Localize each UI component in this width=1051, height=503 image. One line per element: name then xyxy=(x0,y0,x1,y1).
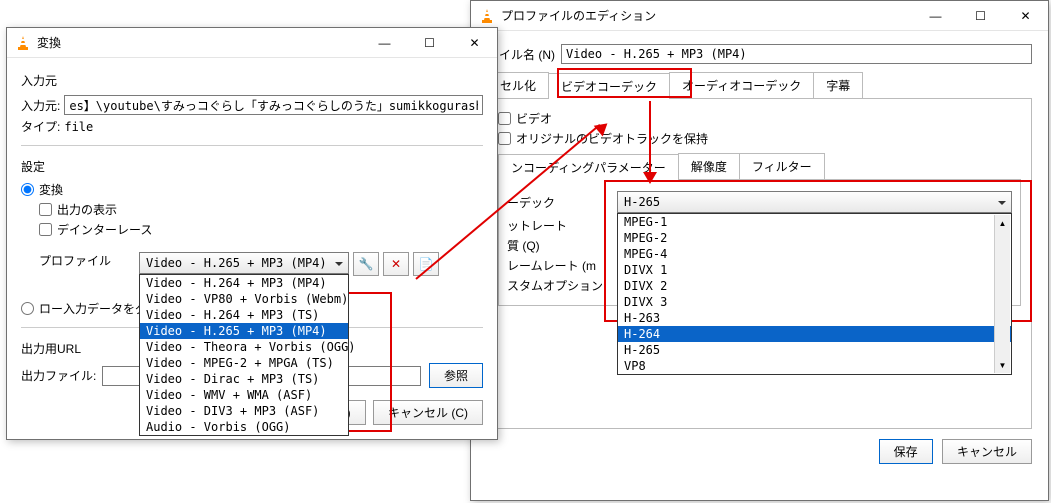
input-src-field[interactable] xyxy=(64,95,483,115)
profile-label: プロファイル xyxy=(39,252,139,269)
codec-opt[interactable]: VP8 xyxy=(618,358,1011,374)
profile-opt[interactable]: Video - H.264 + MP3 (MP4) xyxy=(140,275,348,291)
profile-selected[interactable]: Video - H.265 + MP3 (MP4) xyxy=(139,252,349,274)
close-button[interactable]: ✕ xyxy=(1003,1,1048,31)
input-src-label: 入力元: xyxy=(21,97,60,114)
window-title: プロファイルのエディション xyxy=(501,7,913,24)
cancel-button[interactable]: キャンセル xyxy=(942,439,1032,464)
vlc-icon xyxy=(15,35,31,51)
tab-subtitle[interactable]: 字幕 xyxy=(813,72,863,98)
maximize-button[interactable]: ☐ xyxy=(958,1,1003,31)
profile-opt[interactable]: Video - VP80 + Vorbis (Webm) xyxy=(140,291,348,307)
custom-label: スタムオプション xyxy=(507,277,617,294)
profile-edition-window: プロファイルのエディション — ☐ ✕ ァイル名 (N) セル化 ビデオコーデッ… xyxy=(470,0,1049,501)
codec-opt[interactable]: MPEG-4 xyxy=(618,246,1011,262)
codec-selected[interactable]: H-265 xyxy=(617,191,1012,213)
convert-window: 変換 — ☐ ✕ 入力元 入力元: タイプ: file 設定 変換 出力の表示 … xyxy=(6,27,498,440)
vlc-icon xyxy=(479,8,495,24)
cancel-button[interactable]: キャンセル (C) xyxy=(373,400,483,425)
profile-opt[interactable]: Audio - Vorbis (OGG) xyxy=(140,419,348,435)
codec-scrollbar[interactable]: ▲▼ xyxy=(994,215,1010,373)
profile-opt[interactable]: Video - WMV + WMA (ASF) xyxy=(140,387,348,403)
codec-opt[interactable]: MPEG-2 xyxy=(618,230,1011,246)
titlebar: プロファイルのエディション — ☐ ✕ xyxy=(471,1,1048,31)
type-label: タイプ: xyxy=(21,118,60,135)
maximize-button[interactable]: ☐ xyxy=(407,28,452,58)
new-icon: 📄 xyxy=(419,257,434,271)
profile-opt[interactable]: Video - Dirac + MP3 (TS) xyxy=(140,371,348,387)
deinterlace-checkbox[interactable] xyxy=(39,223,52,236)
delete-profile-button[interactable]: ✕ xyxy=(383,252,409,276)
save-button[interactable]: 保存 xyxy=(879,439,933,464)
edit-profile-button[interactable]: 🔧 xyxy=(353,252,379,276)
codec-opt[interactable]: DIVX 3 xyxy=(618,294,1011,310)
show-output-label: 出力の表示 xyxy=(57,201,117,218)
video-checkbox[interactable] xyxy=(498,112,511,125)
minimize-button[interactable]: — xyxy=(913,1,958,31)
codec-label: ーデック xyxy=(507,194,617,211)
main-tabs: セル化 ビデオコーデック オーディオコーデック 字幕 xyxy=(487,72,1032,99)
minimize-button[interactable]: — xyxy=(362,28,407,58)
close-button[interactable]: ✕ xyxy=(452,28,497,58)
show-output-checkbox[interactable] xyxy=(39,203,52,216)
deinterlace-label: デインターレース xyxy=(57,221,152,238)
wrench-icon: 🔧 xyxy=(359,257,374,271)
codec-dropdown[interactable]: H-265 MPEG-1 MPEG-2 MPEG-4 DIVX 1 DIVX 2… xyxy=(617,191,1012,213)
codec-opt[interactable]: H-263 xyxy=(618,310,1011,326)
convert-radio-label: 変換 xyxy=(39,181,63,198)
tab-video-codec[interactable]: ビデオコーデック xyxy=(548,73,670,99)
quality-label: 質 (Q) xyxy=(507,237,617,254)
titlebar: 変換 — ☐ ✕ xyxy=(7,28,497,58)
settings-title: 設定 xyxy=(21,158,483,175)
profile-dropdown-list: Video - H.264 + MP3 (MP4)Video - VP80 + … xyxy=(139,274,349,436)
video-label: ビデオ xyxy=(516,110,552,127)
output-file-label: 出力ファイル: xyxy=(21,367,96,384)
profile-opt[interactable]: Video - DIV3 + MP3 (ASF) xyxy=(140,403,348,419)
profile-opt[interactable]: Video - Theora + Vorbis (OGG) xyxy=(140,339,348,355)
new-profile-button[interactable]: 📄 xyxy=(413,252,439,276)
tab-audio-codec[interactable]: オーディオコーデック xyxy=(669,72,814,98)
codec-opt[interactable]: DIVX 1 xyxy=(618,262,1011,278)
subtab-encoding[interactable]: ンコーディングパラメーター xyxy=(498,154,679,180)
profile-opt[interactable]: Video - H.265 + MP3 (MP4) xyxy=(140,323,348,339)
dump-radio[interactable] xyxy=(21,302,34,315)
subtab-filter[interactable]: フィルター xyxy=(739,153,825,179)
codec-dropdown-list: MPEG-1 MPEG-2 MPEG-4 DIVX 1 DIVX 2 DIVX … xyxy=(617,213,1012,375)
subtab-resolution[interactable]: 解像度 xyxy=(678,153,740,179)
keep-original-label: オリジナルのビデオトラックを保持 xyxy=(516,130,708,147)
profile-name-input[interactable] xyxy=(561,44,1032,64)
profile-opt[interactable]: Video - MPEG-2 + MPGA (TS) xyxy=(140,355,348,371)
browse-button[interactable]: 参照 xyxy=(429,363,483,388)
delete-icon: ✕ xyxy=(391,257,401,271)
codec-opt[interactable]: H-265 xyxy=(618,342,1011,358)
profile-dropdown[interactable]: Video - H.265 + MP3 (MP4) Video - H.264 … xyxy=(139,252,349,274)
keep-original-checkbox[interactable] xyxy=(498,132,511,145)
framerate-label: レームレート (m xyxy=(507,257,617,274)
bitrate-label: ットレート xyxy=(507,217,617,234)
codec-opt[interactable]: MPEG-1 xyxy=(618,214,1011,230)
profile-opt[interactable]: Video - H.264 + MP3 (TS) xyxy=(140,307,348,323)
convert-radio[interactable] xyxy=(21,183,34,196)
window-title: 変換 xyxy=(37,34,362,51)
codec-opt[interactable]: H-264 xyxy=(618,326,1011,342)
input-section-title: 入力元 xyxy=(21,72,483,89)
type-value: file xyxy=(64,120,93,134)
codec-opt[interactable]: DIVX 2 xyxy=(618,278,1011,294)
